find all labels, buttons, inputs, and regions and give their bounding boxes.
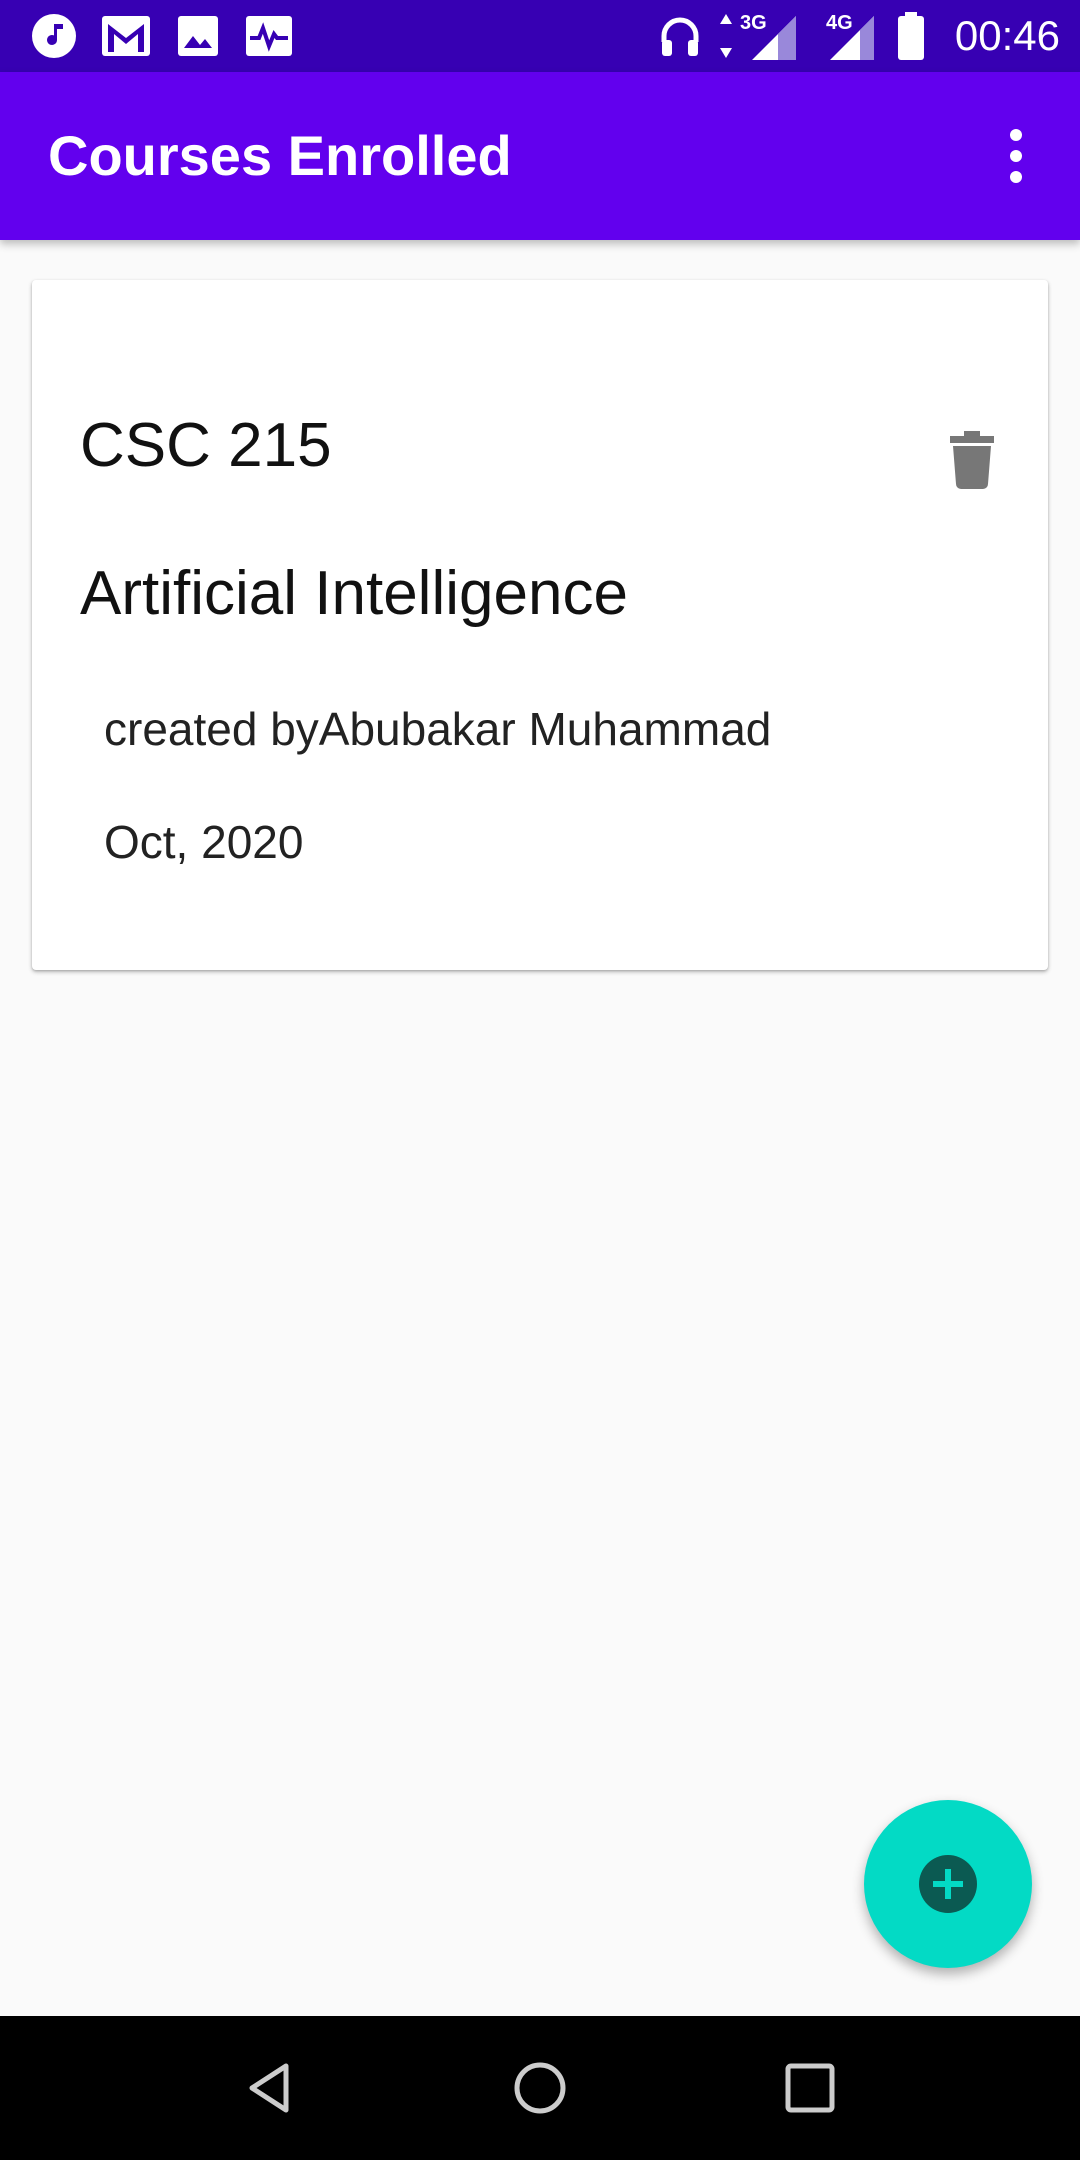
course-name: Artificial Intelligence bbox=[80, 559, 628, 628]
course-date: Oct, 2020 bbox=[104, 816, 304, 868]
activity-icon bbox=[244, 10, 294, 62]
course-creator: created byAbubakar Muhammad bbox=[104, 703, 772, 755]
status-time: 00:46 bbox=[954, 12, 1060, 59]
recents-icon[interactable] bbox=[774, 2052, 846, 2124]
add-course-button[interactable] bbox=[864, 1800, 1032, 1968]
home-icon[interactable] bbox=[504, 2052, 576, 2124]
app-bar: Courses Enrolled bbox=[0, 72, 1080, 240]
trash-icon[interactable] bbox=[936, 420, 1008, 500]
add-icon bbox=[919, 1855, 977, 1913]
course-code: CSC 215 bbox=[80, 411, 332, 480]
gallery-icon bbox=[176, 10, 220, 62]
headphones-icon bbox=[656, 10, 704, 62]
music-icon bbox=[30, 10, 78, 62]
nav-bar bbox=[0, 2016, 1080, 2160]
status-bar: 3G 4G 00:46 bbox=[0, 0, 1080, 72]
more-vert-icon[interactable] bbox=[976, 116, 1056, 196]
network-3g-label: 3G bbox=[740, 12, 767, 34]
battery-icon bbox=[896, 10, 926, 62]
course-card[interactable]: CSC 215 Artificial Intelligence created … bbox=[32, 280, 1048, 970]
network-4g-label: 4G bbox=[826, 12, 853, 34]
page-title: Courses Enrolled bbox=[48, 124, 512, 187]
back-icon[interactable] bbox=[234, 2052, 306, 2124]
gmail-icon bbox=[100, 10, 152, 62]
